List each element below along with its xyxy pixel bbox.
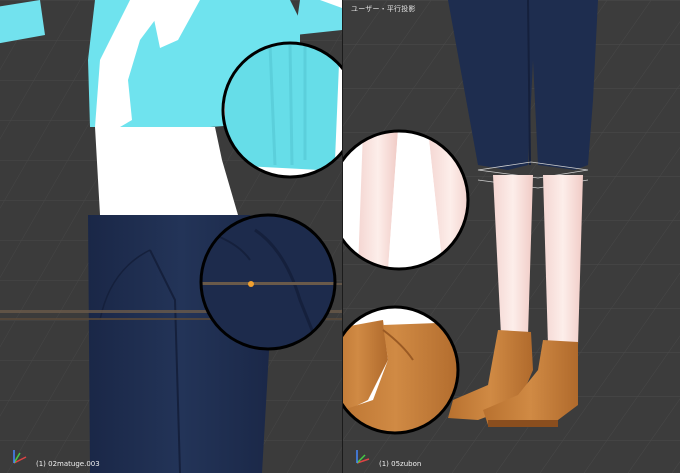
viewport-right-canvas[interactable] (343, 0, 680, 473)
viewport-left[interactable]: (1) 02matuge.003 (0, 0, 342, 473)
viewport-right-object-label: (1) 05zubon (379, 460, 422, 468)
leg-right (543, 175, 583, 345)
viewport-right-header: ユーザー・平行投影 (351, 5, 416, 13)
viewport-left-canvas[interactable] (0, 0, 342, 473)
shirt-lower (95, 127, 238, 215)
viewport-left-object-label: (1) 02matuge.003 (36, 460, 100, 468)
axis-gizmo-icon (13, 450, 27, 464)
axis-gizmo-icon (356, 450, 370, 464)
viewport-right[interactable]: ユーザー・平行投影 (1) 05zubon (343, 0, 680, 473)
